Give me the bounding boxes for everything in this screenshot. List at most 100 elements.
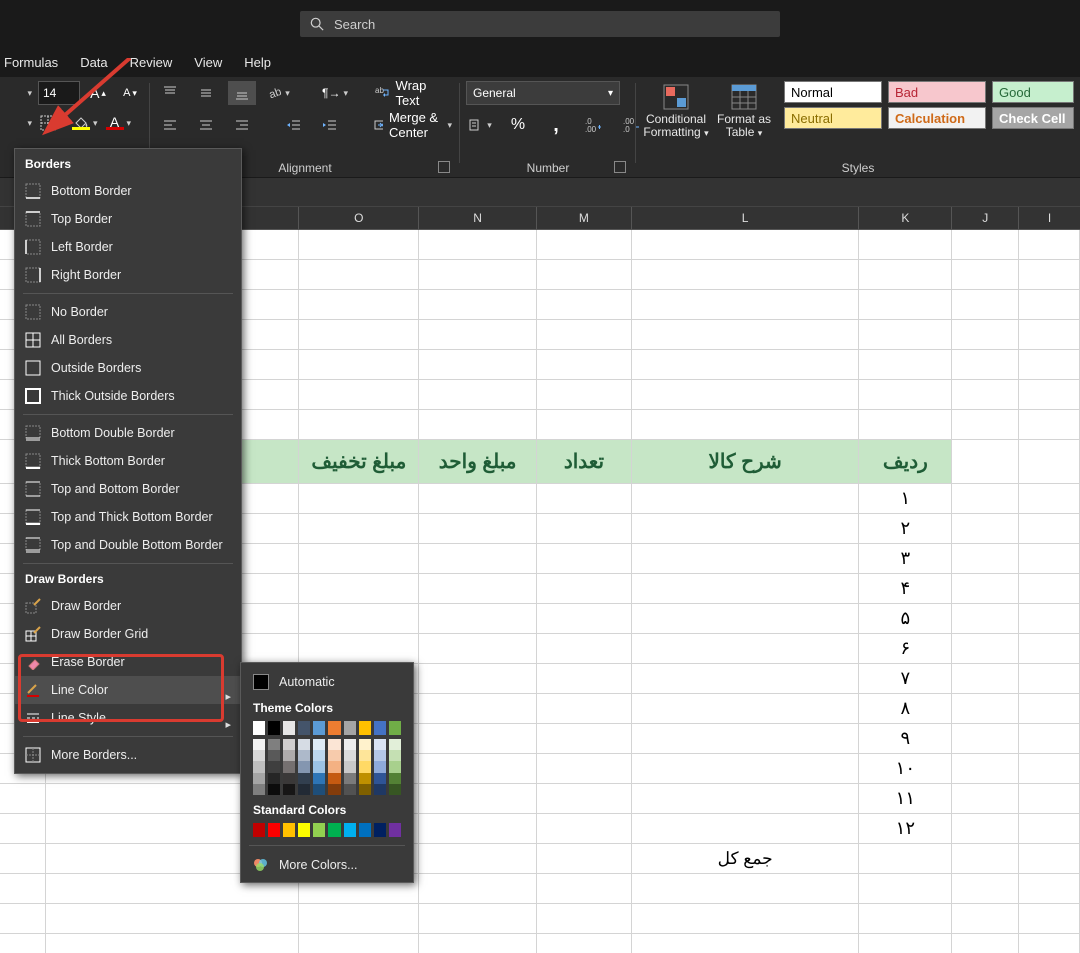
cell[interactable] [1019,874,1080,904]
cell[interactable] [419,574,537,604]
color-swatch[interactable] [253,761,265,772]
cell[interactable] [632,230,860,260]
cell[interactable]: ۲ [859,514,952,544]
cell[interactable] [419,350,537,380]
tab-review[interactable]: Review [130,55,173,70]
col-l[interactable]: L [632,207,860,229]
color-swatch[interactable] [374,721,386,735]
cell[interactable] [632,634,860,664]
cell[interactable] [537,544,632,574]
cell[interactable] [632,380,860,410]
tab-view[interactable]: View [194,55,222,70]
cell[interactable] [859,410,952,440]
menu-thick-bottom[interactable]: Thick Bottom Border [15,447,241,475]
wrap-text-button[interactable]: ab Wrap Text [372,81,454,105]
cell[interactable] [299,410,419,440]
cell[interactable] [859,350,952,380]
format-as-table-button[interactable]: Format asTable ▾ [710,81,778,153]
color-swatch[interactable] [253,784,265,795]
cell[interactable] [1019,724,1080,754]
cell[interactable] [419,260,537,290]
cell[interactable] [419,410,537,440]
color-swatch[interactable] [253,773,265,784]
cell[interactable] [952,604,1019,634]
cell[interactable] [632,544,860,574]
cell[interactable] [859,844,952,874]
cell[interactable] [1019,634,1080,664]
decrease-font-button[interactable]: A▾ [116,81,144,105]
cell[interactable] [632,290,860,320]
cell[interactable] [1019,230,1080,260]
menu-line-style[interactable]: Line Style [15,704,241,732]
color-swatch[interactable] [313,750,325,761]
number-format-select[interactable]: General▾ [466,81,620,105]
style-neutral[interactable]: Neutral [784,107,882,129]
color-swatch[interactable] [374,761,386,772]
percent-button[interactable]: % [504,113,532,137]
cell[interactable] [1019,514,1080,544]
cell[interactable] [1019,574,1080,604]
cell[interactable] [859,290,952,320]
cell[interactable] [537,874,632,904]
align-middle-button[interactable] [192,81,220,105]
menu-more-borders[interactable]: More Borders... [15,741,241,769]
color-automatic[interactable]: Automatic [241,669,413,695]
style-calculation[interactable]: Calculation [888,107,986,129]
cell[interactable] [1019,784,1080,814]
cell[interactable] [46,934,300,953]
font-color-button[interactable]: A [104,111,134,135]
cell[interactable] [1019,934,1080,953]
table-header-cell[interactable] [1019,440,1080,484]
cell[interactable] [1019,544,1080,574]
color-swatch[interactable] [283,823,295,837]
color-swatch[interactable] [344,750,356,761]
color-swatch[interactable] [359,761,371,772]
cell[interactable] [419,664,537,694]
cell[interactable] [632,350,860,380]
cell[interactable] [419,784,537,814]
color-swatch[interactable] [268,773,280,784]
cell[interactable] [537,350,632,380]
cell[interactable] [952,694,1019,724]
cell[interactable] [419,634,537,664]
cell[interactable] [632,484,860,514]
style-good[interactable]: Good [992,81,1074,103]
fill-color-button[interactable] [70,111,100,135]
color-swatch[interactable] [313,739,325,750]
menu-bottom-border[interactable]: Bottom Border [15,177,241,205]
table-header-cell[interactable]: شرح کالا [632,440,860,484]
color-swatch[interactable] [328,823,340,837]
cell[interactable] [632,814,860,844]
cell[interactable] [537,844,632,874]
menu-all-borders[interactable]: All Borders [15,326,241,354]
color-swatch[interactable] [283,739,295,750]
cell[interactable] [632,320,860,350]
color-swatch[interactable] [374,739,386,750]
cell[interactable] [632,934,860,953]
cell[interactable] [419,814,537,844]
search-input[interactable]: Search [300,11,780,37]
cell[interactable] [952,844,1019,874]
color-swatch[interactable] [389,761,401,772]
cell[interactable]: ۱۱ [859,784,952,814]
table-header-cell[interactable]: ردیف [859,440,952,484]
menu-draw-grid[interactable]: Draw Border Grid [15,620,241,648]
color-swatch[interactable] [359,784,371,795]
cell[interactable] [952,350,1019,380]
color-swatch[interactable] [344,823,356,837]
cell[interactable] [537,380,632,410]
color-swatch[interactable] [253,739,265,750]
cell[interactable]: ۳ [859,544,952,574]
color-swatch[interactable] [359,721,371,735]
color-swatch[interactable] [283,773,295,784]
cell[interactable] [952,634,1019,664]
cell[interactable] [952,380,1019,410]
align-center-button[interactable] [192,113,220,137]
cell[interactable] [537,814,632,844]
cell[interactable] [419,290,537,320]
cell[interactable]: ۱۰ [859,754,952,784]
cell[interactable] [537,604,632,634]
cell[interactable] [632,260,860,290]
menu-thick-outside[interactable]: Thick Outside Borders [15,382,241,410]
menu-no-border[interactable]: No Border [15,298,241,326]
